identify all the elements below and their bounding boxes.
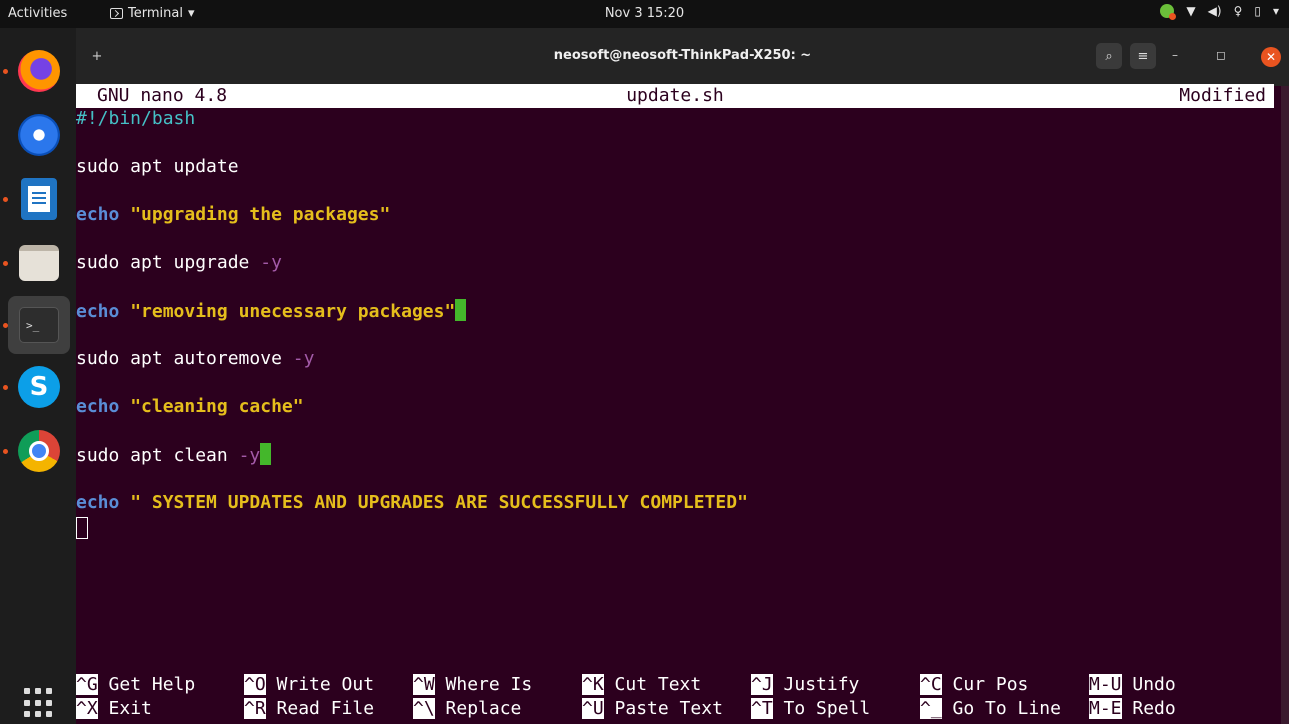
running-indicator xyxy=(3,197,8,202)
shortcut-replace[interactable]: ^\ Replace xyxy=(413,697,521,721)
shortcut-redo[interactable]: M-E Redo xyxy=(1089,697,1176,721)
dock-thunderbird[interactable] xyxy=(8,106,70,164)
text-cursor xyxy=(76,517,88,539)
trailing-whitespace-marker xyxy=(455,299,467,321)
code-line: echo "upgrading the packages" xyxy=(76,204,391,225)
wifi-icon[interactable]: ▼ xyxy=(1186,4,1195,18)
title-bar[interactable]: + neosoft@neosoft-ThinkPad-X250: ~ ⌕ ≡ –… xyxy=(76,28,1289,86)
chrome-icon xyxy=(18,430,60,472)
search-icon[interactable]: ⌕ xyxy=(1096,43,1122,69)
show-applications-icon[interactable] xyxy=(24,688,54,718)
software-updater-icon[interactable] xyxy=(1160,4,1177,20)
shortcut-justify[interactable]: ^J Justify xyxy=(751,673,859,697)
close-button[interactable]: ✕ xyxy=(1261,47,1281,67)
top-bar: Activities Terminal ▾ Nov 3 15:20 ▼ ◀) ♀… xyxy=(0,0,1289,28)
shortcut-where-is[interactable]: ^W Where Is xyxy=(413,673,532,697)
dock-skype[interactable]: S xyxy=(3,358,70,416)
terminal-window: + neosoft@neosoft-ThinkPad-X250: ~ ⌕ ≡ –… xyxy=(76,28,1289,724)
minimize-button[interactable]: – xyxy=(1172,48,1178,62)
microphone-icon[interactable]: ♀ xyxy=(1234,4,1243,18)
code-line: sudo apt clean -y xyxy=(76,443,272,468)
nano-filename: update.sh xyxy=(626,85,724,106)
app-menu-label: Terminal xyxy=(128,6,183,21)
libreoffice-writer-icon xyxy=(21,178,57,220)
dock-chrome[interactable] xyxy=(3,422,70,480)
code-line: sudo apt upgrade -y xyxy=(76,252,282,273)
running-indicator xyxy=(3,323,8,328)
running-indicator xyxy=(3,69,8,74)
running-indicator xyxy=(3,385,8,390)
shortcut-write-out[interactable]: ^O Write Out xyxy=(244,673,374,697)
dock-firefox[interactable] xyxy=(3,42,70,100)
code-line: echo "cleaning cache" xyxy=(76,396,304,417)
shortcut-paste-text[interactable]: ^U Paste Text xyxy=(582,697,723,721)
app-menu[interactable]: Terminal ▾ xyxy=(110,6,194,21)
shortcut-exit[interactable]: ^X Exit xyxy=(76,697,152,721)
dock: >_ S xyxy=(0,28,76,724)
shortcut-go-to-line[interactable]: ^_ Go To Line xyxy=(920,697,1061,721)
skype-icon: S xyxy=(18,366,60,408)
firefox-icon xyxy=(18,50,60,92)
shortcut-undo[interactable]: M-U Undo xyxy=(1089,673,1176,697)
shortcut-cut-text[interactable]: ^K Cut Text xyxy=(582,673,701,697)
shortcut-read-file[interactable]: ^R Read File xyxy=(244,697,374,721)
terminal-icon xyxy=(110,8,123,19)
files-icon xyxy=(19,245,59,281)
nano-shortcut-bar: ^G Get Help ^O Write Out ^W Where Is ^K … xyxy=(76,673,1289,721)
activities-button[interactable]: Activities xyxy=(8,6,67,21)
thunderbird-icon xyxy=(18,114,60,156)
battery-icon[interactable]: ▯ xyxy=(1254,4,1261,18)
code-line: echo "removing unecessary packages" xyxy=(76,299,467,324)
code-line: sudo apt autoremove -y xyxy=(76,348,315,369)
dock-terminal[interactable]: >_ xyxy=(3,296,70,354)
system-tray[interactable]: ▼ ◀) ♀ ▯ ▾ xyxy=(1160,4,1279,20)
terminal-icon: >_ xyxy=(19,307,59,343)
dock-libreoffice-writer[interactable] xyxy=(3,170,70,228)
nano-modified-status: Modified xyxy=(1179,85,1266,106)
code-line: echo " SYSTEM UPDATES AND UPGRADES ARE S… xyxy=(76,492,748,513)
scrollbar[interactable] xyxy=(1281,86,1289,724)
terminal-content[interactable]: GNU nano 4.8 update.sh Modified #!/bin/b… xyxy=(76,83,1289,724)
running-indicator xyxy=(3,449,8,454)
nano-header: GNU nano 4.8 update.sh Modified xyxy=(76,84,1274,108)
maximize-button[interactable]: ◻ xyxy=(1216,48,1226,62)
shortcut-get-help[interactable]: ^G Get Help xyxy=(76,673,195,697)
code-line: sudo apt update xyxy=(76,156,239,177)
hamburger-menu-icon[interactable]: ≡ xyxy=(1130,43,1156,69)
running-indicator xyxy=(3,261,8,266)
dock-files[interactable] xyxy=(3,234,70,292)
code-line: #!/bin/bash xyxy=(76,108,196,129)
volume-icon[interactable]: ◀) xyxy=(1208,4,1222,18)
trailing-whitespace-marker xyxy=(260,443,272,465)
chevron-down-icon[interactable]: ▾ xyxy=(1273,4,1279,18)
shortcut-cur-pos[interactable]: ^C Cur Pos xyxy=(920,673,1028,697)
shortcut-to-spell[interactable]: ^T To Spell xyxy=(751,697,870,721)
chevron-down-icon: ▾ xyxy=(187,6,195,21)
